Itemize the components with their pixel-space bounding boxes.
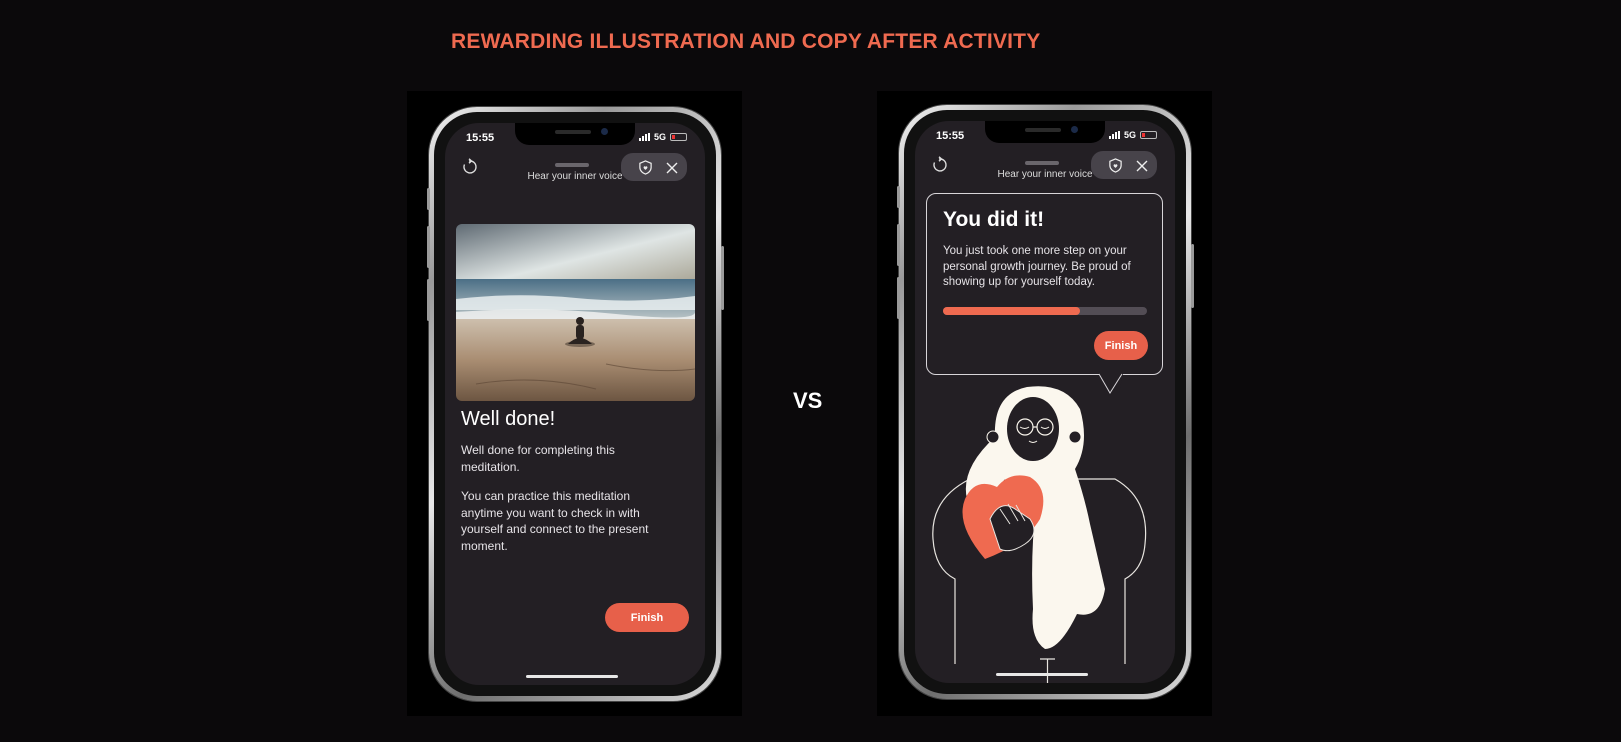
network-label: 5G — [653, 132, 666, 142]
completion-text: Well done for completing this meditation… — [461, 443, 615, 474]
action-pill — [621, 153, 687, 181]
reward-text: You just took one more step on your pers… — [943, 245, 1131, 288]
left-phone-panel: 15:55 5G Hear your inner voice Well done… — [407, 91, 742, 716]
side-button — [721, 246, 724, 310]
action-pill — [1091, 151, 1157, 179]
side-button — [897, 277, 900, 319]
woman-heart-illustration — [932, 386, 1147, 683]
status-time: 15:55 — [936, 130, 965, 142]
status-time: 15:55 — [466, 132, 495, 144]
close-icon[interactable] — [1136, 160, 1148, 172]
battery-icon — [670, 133, 687, 141]
sheet-grabber[interactable] — [1025, 161, 1059, 165]
side-button — [897, 224, 900, 266]
progress-fill — [943, 307, 1080, 315]
close-icon[interactable] — [666, 162, 678, 174]
notch — [985, 121, 1105, 143]
progress-bar — [943, 307, 1147, 315]
reward-bubble: You did it! You just took one more step … — [926, 193, 1163, 375]
page-title: REWARDING ILLUSTRATION AND COPY AFTER AC… — [451, 30, 1041, 53]
shield-icon[interactable] — [1108, 158, 1123, 173]
side-button — [427, 188, 430, 210]
right-phone-panel: 15:55 5G Hear your inner voice You did i… — [877, 91, 1212, 716]
meditation-photo — [456, 224, 695, 401]
shield-icon[interactable] — [638, 160, 653, 175]
left-phone-screen: 15:55 5G Hear your inner voice Well done… — [445, 123, 705, 685]
side-button — [427, 226, 430, 268]
right-phone-screen: 15:55 5G Hear your inner voice You did i… — [915, 121, 1175, 683]
vs-label: VS — [793, 388, 823, 413]
signal-icon — [1108, 131, 1120, 139]
status-bar-right: 5G — [638, 132, 687, 142]
finish-button[interactable]: Finish — [605, 603, 689, 632]
bubble-tail — [1095, 373, 1135, 394]
side-button — [897, 186, 900, 208]
home-indicator[interactable] — [526, 675, 618, 678]
heading: You did it! — [943, 208, 1045, 231]
home-indicator[interactable] — [996, 673, 1088, 676]
battery-icon — [1140, 131, 1157, 139]
right-phone-frame: 15:55 5G Hear your inner voice You did i… — [899, 105, 1191, 699]
finish-button[interactable]: Finish — [1094, 331, 1148, 360]
status-bar-right: 5G — [1108, 130, 1157, 140]
signal-icon — [638, 133, 650, 141]
sheet-grabber[interactable] — [555, 163, 589, 167]
side-button — [1191, 244, 1194, 308]
side-button — [427, 279, 430, 321]
practice-text: You can practice this meditation anytime… — [461, 489, 649, 553]
left-phone-frame: 15:55 5G Hear your inner voice Well done… — [429, 107, 721, 701]
network-label: 5G — [1123, 130, 1136, 140]
heading: Well done! — [461, 408, 556, 430]
notch — [515, 123, 635, 145]
